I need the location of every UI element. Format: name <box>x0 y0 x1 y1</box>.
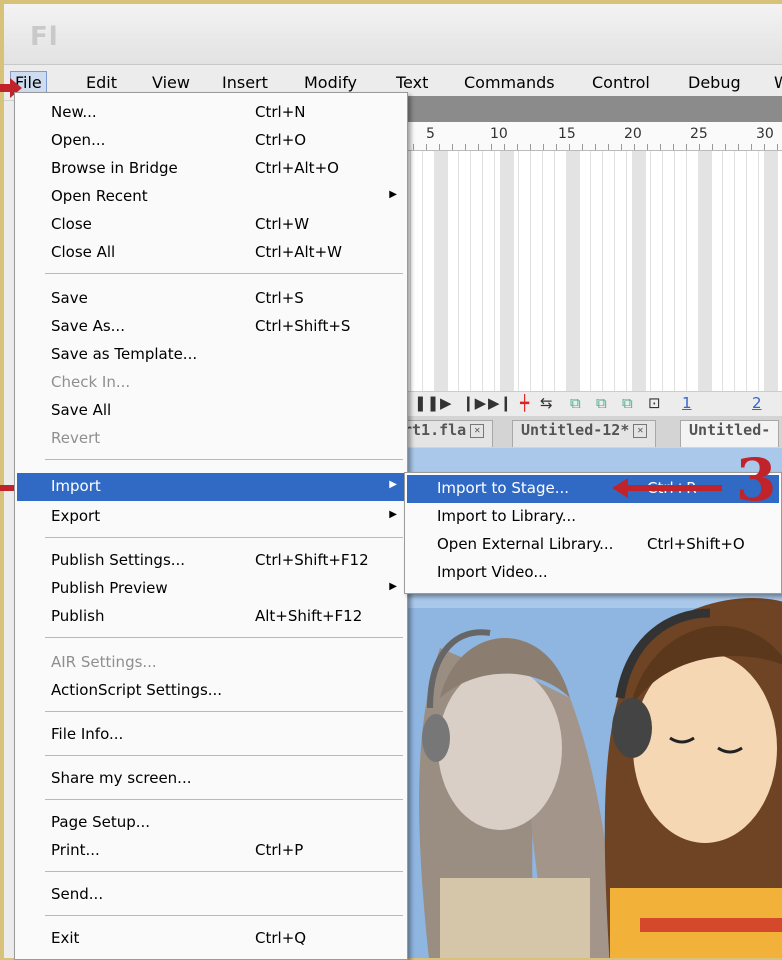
menu-item-publish-settings[interactable]: Publish Settings... Ctrl+Shift+F12 <box>17 547 405 575</box>
menu-item-page-setup[interactable]: Page Setup... <box>17 809 405 837</box>
doc-tab-label: Untitled-12* <box>521 421 630 439</box>
menu-separator <box>45 273 403 274</box>
doc-tab-label: Untitled- <box>689 421 771 439</box>
ruler-label: 30 <box>756 126 774 142</box>
menu-separator <box>45 537 403 538</box>
menu-item-open-external-library[interactable]: Open External Library... Ctrl+Shift+O <box>407 531 779 559</box>
document-tabs: rt1.fla ✕ Untitled-12* ✕ Untitled- <box>394 416 782 449</box>
menu-item-import-to-library[interactable]: Import to Library... <box>407 503 779 531</box>
modify-markers-icon[interactable]: ⊡ <box>648 394 661 412</box>
menu-insert[interactable]: Insert <box>218 72 272 94</box>
menu-separator <box>45 637 403 638</box>
playhead-icon[interactable]: ┿ <box>520 394 529 412</box>
menu-separator <box>45 755 403 756</box>
submenu-arrow-icon: ▶ <box>389 509 397 520</box>
doc-tab[interactable]: rt1.fla ✕ <box>394 420 494 447</box>
menu-item-actionscript-settings[interactable]: ActionScript Settings... <box>17 677 405 705</box>
menu-item-send[interactable]: Send... <box>17 881 405 909</box>
submenu-arrow-icon: ▶ <box>389 479 397 490</box>
menu-item-save-all[interactable]: Save All <box>17 397 405 425</box>
menu-debug[interactable]: Debug <box>684 72 745 94</box>
menu-item-save-as-template[interactable]: Save as Template... <box>17 341 405 369</box>
ruler-label: 15 <box>558 126 576 142</box>
doc-tab[interactable]: Untitled-12* ✕ <box>512 420 657 447</box>
menu-item-new[interactable]: New... Ctrl+N <box>17 99 405 127</box>
menu-modify[interactable]: Modify <box>300 72 361 94</box>
red-arrow-icon <box>612 478 722 498</box>
onion-outline-icon[interactable]: ⧉ <box>596 394 607 412</box>
menu-item-save[interactable]: Save Ctrl+S <box>17 285 405 313</box>
ruler-label: 25 <box>690 126 708 142</box>
frame-grid[interactable] <box>400 151 782 391</box>
loop-icon[interactable]: ⇆ <box>540 394 553 412</box>
menu-control[interactable]: Control <box>588 72 654 94</box>
doc-tab-label: rt1.fla <box>403 421 467 439</box>
play-icon[interactable]: ▶ <box>440 394 452 412</box>
menu-separator <box>45 799 403 800</box>
ruler-label: 5 <box>426 126 435 142</box>
flash-logo-icon: Fl <box>30 22 59 52</box>
timeline-panel: 5 10 15 20 25 30 ❚❚ ▶ ❙▶ ▶❙ ┿ ⇆ ⧉ ⧉ ⧉ ⊡ <box>400 96 782 446</box>
doc-tab-active[interactable]: Untitled- <box>680 420 780 447</box>
submenu-arrow-icon: ▶ <box>389 189 397 200</box>
menu-commands[interactable]: Commands <box>460 72 559 94</box>
file-menu: New... Ctrl+N Open... Ctrl+O Browse in Bri… <box>14 92 408 960</box>
menu-item-exit[interactable]: Exit Ctrl+Q <box>17 925 405 953</box>
frame-rate: 2 <box>752 394 762 412</box>
timeline-controls: ❚❚ ▶ ❙▶ ▶❙ ┿ ⇆ ⧉ ⧉ ⧉ ⊡ 1 2 <box>400 391 782 416</box>
menu-item-print[interactable]: Print... Ctrl+P <box>17 837 405 865</box>
edit-multiple-icon[interactable]: ⧉ <box>622 394 633 412</box>
pause-icon[interactable]: ❚❚ <box>414 394 439 412</box>
menu-item-import[interactable]: Import ▶ <box>17 473 405 501</box>
menu-item-publish[interactable]: Publish Alt+Shift+F12 <box>17 603 405 631</box>
menu-item-open-recent[interactable]: Open Recent ▶ <box>17 183 405 211</box>
step-forward-icon[interactable]: ❙▶ <box>462 394 486 412</box>
menu-item-close[interactable]: Close Ctrl+W <box>17 211 405 239</box>
frame-ruler: 5 10 15 20 25 30 <box>400 122 782 151</box>
menu-item-import-video[interactable]: Import Video... <box>407 559 779 587</box>
ruler-ticks <box>400 144 782 150</box>
menu-separator <box>45 915 403 916</box>
menu-separator <box>45 459 403 460</box>
menu-item-share-my-screen[interactable]: Share my screen... <box>17 765 405 793</box>
onion-skin-icon[interactable]: ⧉ <box>570 394 581 412</box>
menu-window[interactable]: W <box>770 72 782 94</box>
ruler-label: 20 <box>624 126 642 142</box>
menu-item-save-as[interactable]: Save As... Ctrl+Shift+S <box>17 313 405 341</box>
close-icon[interactable]: ✕ <box>633 423 648 438</box>
menu-view[interactable]: View <box>148 72 194 94</box>
title-bar: Fl <box>4 4 782 65</box>
submenu-arrow-icon: ▶ <box>389 581 397 592</box>
menu-item-revert: Revert <box>51 429 101 447</box>
menu-separator <box>45 871 403 872</box>
close-icon[interactable]: ✕ <box>470 423 485 438</box>
menu-item-open[interactable]: Open... Ctrl+O <box>17 127 405 155</box>
menu-item-publish-preview[interactable]: Publish Preview ▶ <box>17 575 405 603</box>
menu-item-close-all[interactable]: Close All Ctrl+Alt+W <box>17 239 405 267</box>
current-frame-number: 1 <box>682 394 692 412</box>
menu-item-file-info[interactable]: File Info... <box>17 721 405 749</box>
menu-text[interactable]: Text <box>392 72 432 94</box>
menu-separator <box>45 711 403 712</box>
menu-item-check-in: Check In... <box>51 373 131 391</box>
menu-item-browse-in-bridge[interactable]: Browse in Bridge Ctrl+Alt+O <box>17 155 405 183</box>
last-frame-icon[interactable]: ▶❙ <box>488 394 512 412</box>
ruler-label: 10 <box>490 126 508 142</box>
menu-item-air-settings: AIR Settings... <box>51 653 157 671</box>
menu-item-export[interactable]: Export ▶ <box>17 503 405 531</box>
menu-edit[interactable]: Edit <box>82 72 121 94</box>
step-number: 3 <box>736 446 777 514</box>
timeline-header <box>400 96 782 122</box>
